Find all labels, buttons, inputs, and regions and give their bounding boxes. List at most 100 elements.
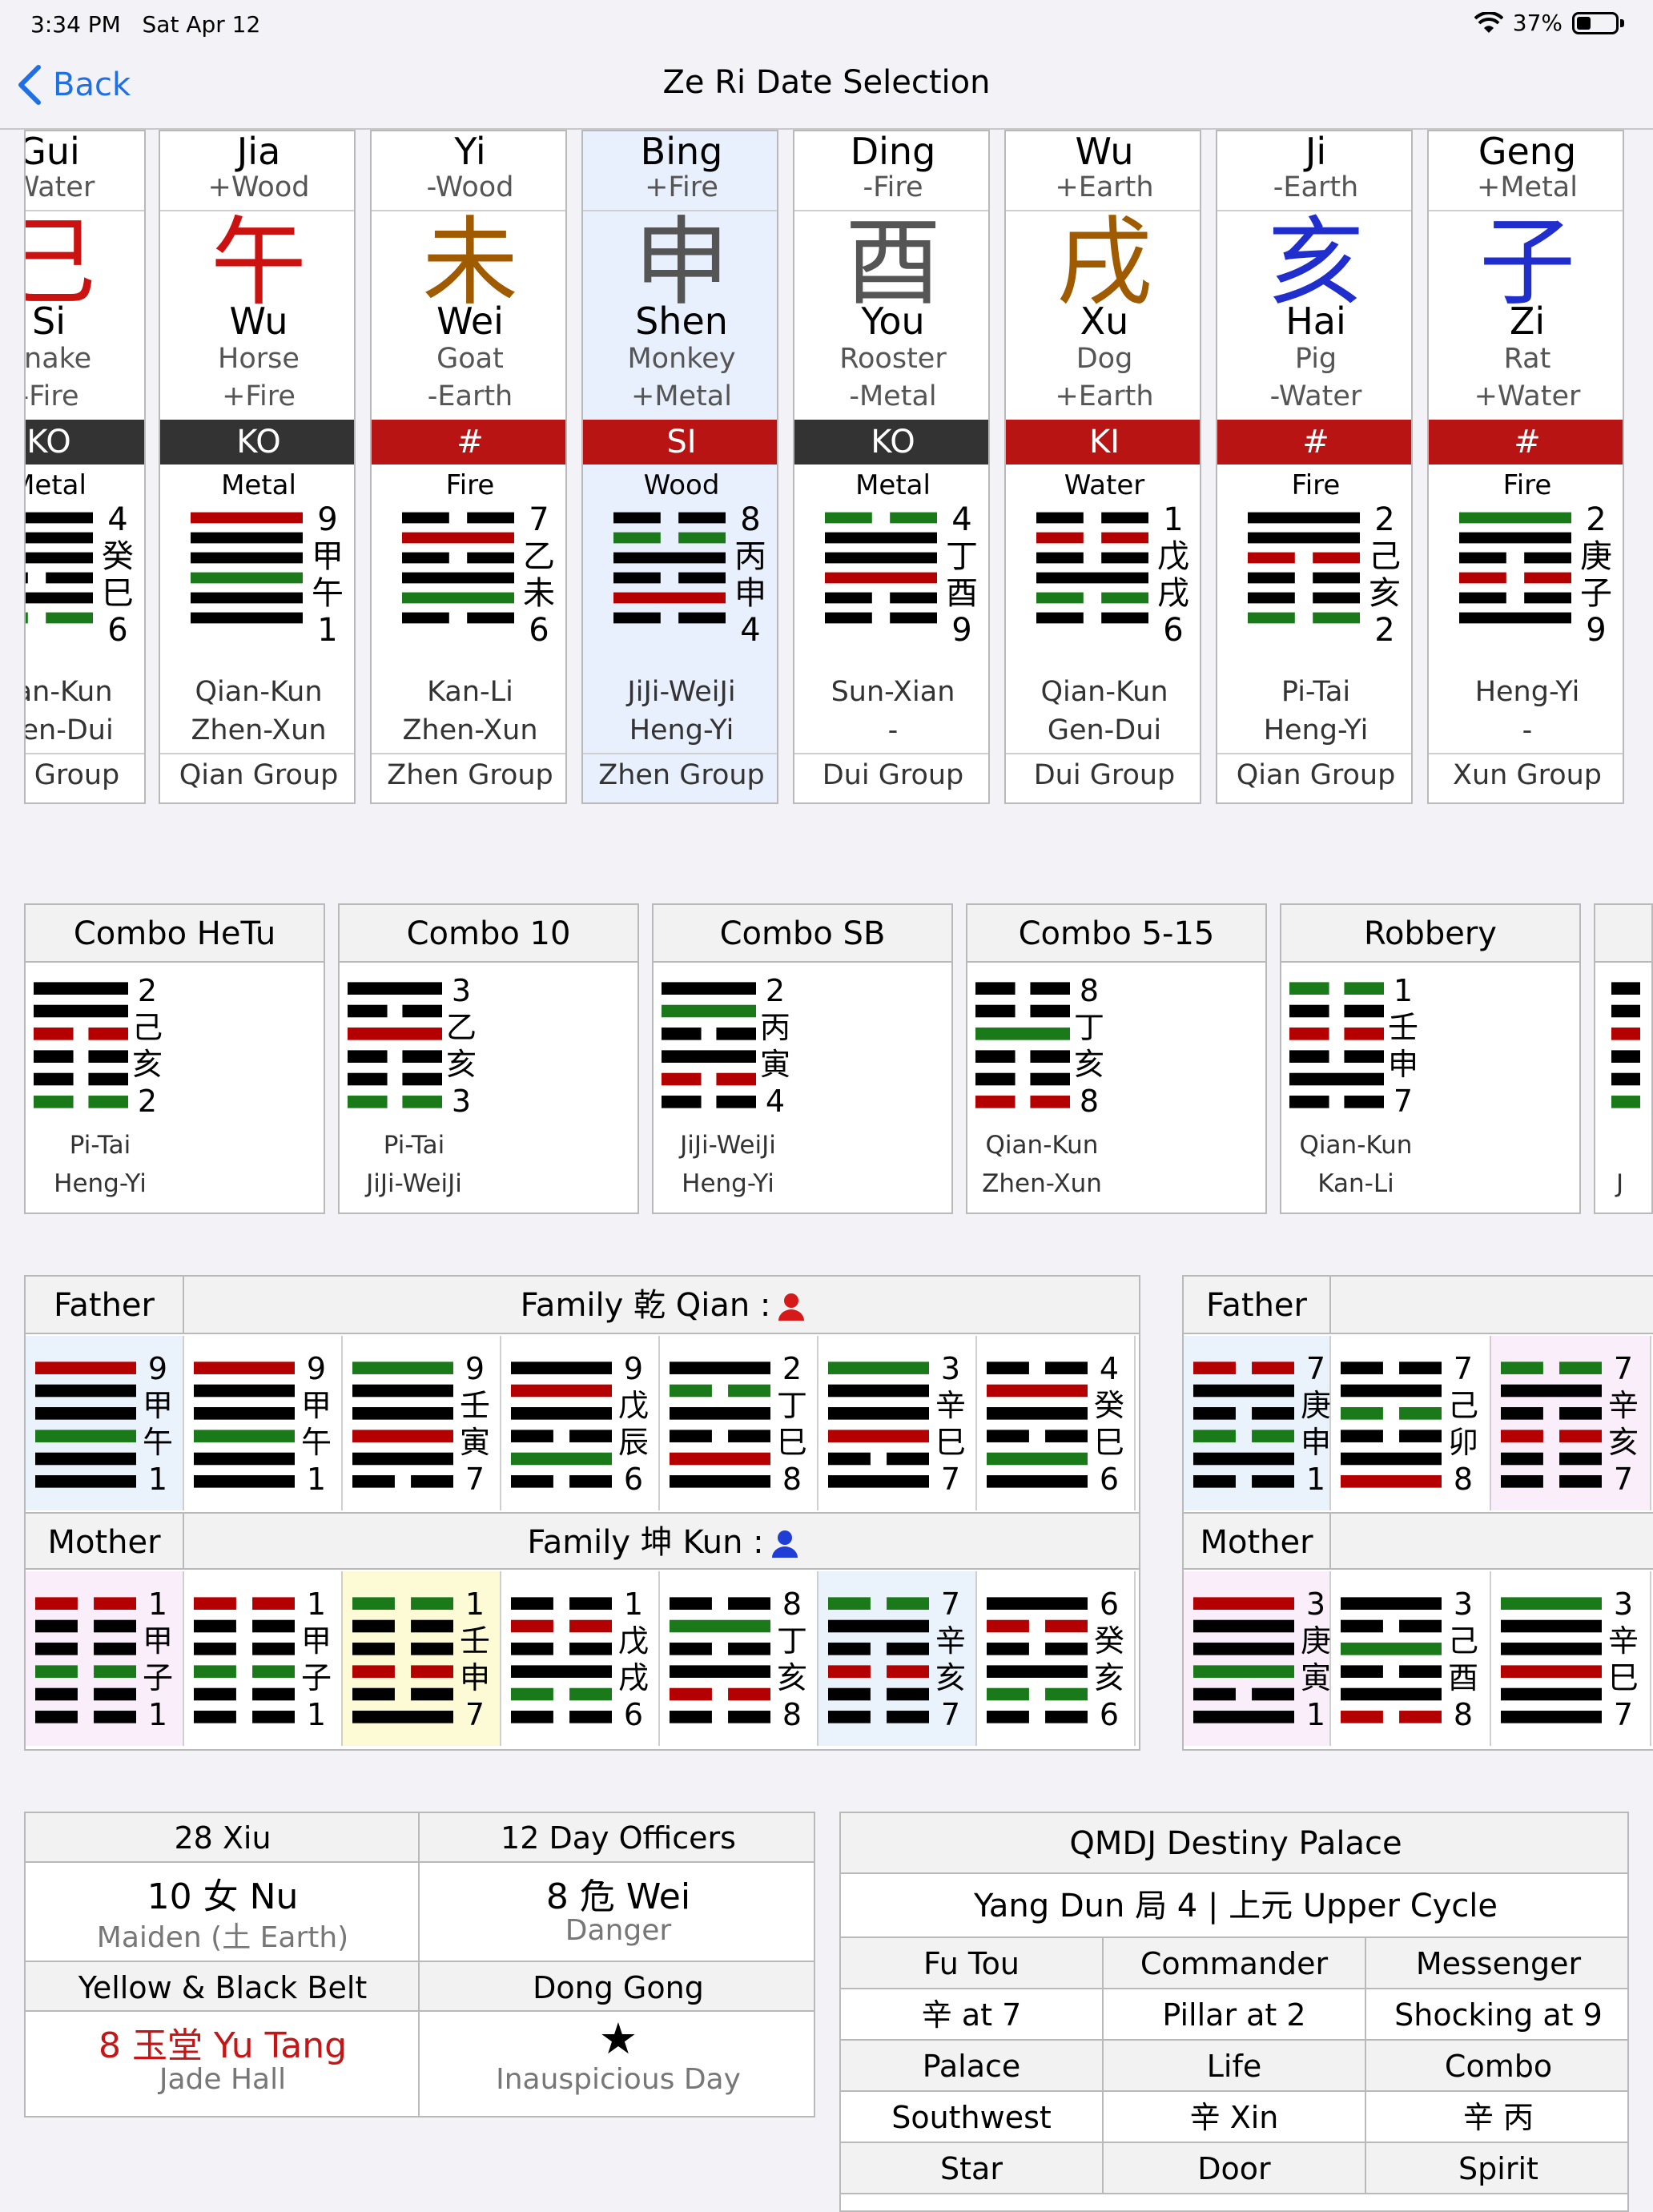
- yin-line: [1036, 552, 1084, 564]
- period-line-2: Heng-Yi: [1263, 714, 1369, 746]
- yang-line: [35, 1475, 136, 1488]
- xiu-table: 28 Xiu 12 Day Officers 10 女 Nu Maiden (土…: [24, 1812, 815, 2117]
- combo-card[interactable]: J: [1594, 903, 1653, 1214]
- family-cell[interactable]: 9壬寅7: [343, 1336, 501, 1510]
- family-cell[interactable]: 3辛巳7: [1491, 1571, 1651, 1746]
- day-column[interactable]: Geng +Metal 子 Zi Rat +Water # Fire 2 庚子 9 Heng-Yi - X…: [1427, 130, 1624, 804]
- hexagram-number: 2: [1374, 501, 1395, 538]
- person-icon-red: [778, 1293, 805, 1321]
- yin-line: [1313, 592, 1360, 604]
- yang-line: [511, 1384, 612, 1398]
- yin-line: [975, 982, 1016, 995]
- yin-line: [613, 512, 661, 524]
- divider: [583, 753, 777, 754]
- family-cell[interactable]: 3庚寅1: [1184, 1571, 1331, 1746]
- hexagram-lines: [511, 1361, 612, 1488]
- family-cell[interactable]: 7辛亥7: [1491, 1336, 1651, 1510]
- qmdj-header-cell: Combo: [1366, 2041, 1627, 2092]
- family-cell[interactable]: 7辛亥7: [818, 1571, 977, 1746]
- family-cell[interactable]: 9甲午1: [26, 1336, 184, 1510]
- day-column[interactable]: Ji -Earth 亥 Hai Pig -Water # Fire 2 己亥 2 Pi-Tai Heng…: [1216, 130, 1413, 804]
- family-hexagram: [511, 1357, 612, 1493]
- hexagram-number: 7: [529, 501, 549, 538]
- yang-line: [35, 1407, 136, 1420]
- family-cell[interactable]: 9戊辰6: [501, 1336, 660, 1510]
- yang-line: [613, 552, 726, 564]
- stem-element: -Fire: [863, 171, 923, 203]
- hexagram-lines: [613, 512, 726, 624]
- family-cell[interactable]: 4癸巳6: [977, 1336, 1136, 1510]
- hexagram-number: 子: [300, 1660, 332, 1695]
- yin-line: [1313, 612, 1360, 624]
- yang-line: [191, 532, 303, 544]
- combo-line-2: Kan-Li: [1317, 1169, 1394, 1198]
- yin-line: [402, 512, 449, 524]
- combo-card[interactable]: Combo 5-15 8 丁亥 8 Qian-Kun Zhen-Xun: [966, 903, 1267, 1214]
- yang-line: [1341, 1597, 1442, 1610]
- day-column[interactable]: Bing +Fire 申 Shen Monkey +Metal SI Wood 8 丙申 4 JiJi…: [581, 130, 778, 804]
- yin-line: [194, 1619, 236, 1633]
- family-cell[interactable]: 9甲午1: [184, 1336, 343, 1510]
- family-cell[interactable]: 3己酉8: [1331, 1571, 1491, 1746]
- combo-card[interactable]: Combo SB 2 丙寅 4 JiJi-WeiJi Heng-Yi: [652, 903, 953, 1214]
- yang-line: [975, 1028, 1070, 1040]
- combo-card[interactable]: Combo 10 3 乙亥 3 Pi-Tai JiJi-WeiJi: [338, 903, 639, 1214]
- yin-line: [716, 1096, 756, 1108]
- page-title: Ze Ri Date Selection: [662, 64, 991, 101]
- hexagram-number: 6: [529, 612, 549, 649]
- hexagram-number: 申: [1300, 1425, 1331, 1460]
- hexagram-number: 2: [782, 1351, 802, 1386]
- family-cell[interactable]: 1甲子1: [26, 1571, 184, 1746]
- family-cell[interactable]: 1壬申7: [343, 1571, 501, 1746]
- branch-animal: Horse: [218, 343, 300, 375]
- branch-animal: Goat: [436, 343, 504, 375]
- mother-header-2: Mother: [1184, 1512, 1331, 1570]
- yin-line: [728, 1384, 770, 1398]
- yang-line: [194, 1430, 295, 1442]
- family-kun-title: Family 坤 Kun :: [527, 1524, 764, 1561]
- yin-line: [1459, 592, 1506, 604]
- day-column[interactable]: Gui-Water 巳 SiSnake -Fire KO Metal 4癸巳6 Qian-Ku…: [24, 130, 146, 804]
- hexagram-number: 7: [1305, 1351, 1326, 1386]
- hexagram-number: 3: [1453, 1587, 1474, 1622]
- hexagram-number: 1: [306, 1587, 327, 1622]
- yin-line: [1559, 1452, 1602, 1466]
- hexagram-numbers: 9甲午1: [138, 1350, 178, 1498]
- family-cell[interactable]: 7庚申1: [1184, 1336, 1331, 1510]
- branch-name: Shen: [635, 300, 728, 343]
- hexagram-number: 戊: [1157, 538, 1189, 575]
- officer-sub: Danger: [565, 1914, 672, 1947]
- yin-line: [890, 512, 937, 524]
- family-cell[interactable]: 6癸亥6: [977, 1571, 1136, 1746]
- yin-line: [1524, 572, 1571, 584]
- family-cell[interactable]: 3辛巳7: [818, 1336, 977, 1510]
- combo-card[interactable]: Robbery 1 壬申 7 Qian-Kun Kan-Li: [1280, 903, 1581, 1214]
- yin-line: [716, 1028, 756, 1040]
- yin-line: [348, 1096, 388, 1108]
- family-cell[interactable]: 2丁巳8: [660, 1336, 818, 1510]
- day-column[interactable]: Ding -Fire 酉 You Rooster -Metal KO Metal 4 丁酉 9 Sun…: [793, 130, 990, 804]
- day-column[interactable]: Yi -Wood 未 Wei Goat -Earth # Fire 7 乙未 6 Kan-Li Zhen…: [370, 130, 567, 804]
- family-cell[interactable]: 8丁亥8: [660, 1571, 818, 1746]
- hexagram-number: 8: [1453, 1697, 1474, 1732]
- family-cell[interactable]: 7己卯8: [1331, 1336, 1491, 1510]
- hexagram-number: 丙: [759, 1010, 790, 1045]
- combo-card[interactable]: Combo HeTu 2 己亥 2 Pi-Tai Heng-Yi: [24, 903, 325, 1214]
- hexagram-number: 7: [940, 1587, 961, 1622]
- group-label: Dui Group: [1033, 759, 1176, 791]
- day-column[interactable]: Jia +Wood 午 Wu Horse +Fire KO Metal 9 甲午 1 Qian-Kun…: [159, 130, 356, 804]
- yin-line: [828, 1687, 871, 1701]
- yin-line: [411, 1643, 453, 1655]
- hexagram-element: Fire: [445, 469, 495, 501]
- day-column[interactable]: Wu +Earth 戌 Xu Dog +Earth KI Water 1 戊戌 6 Qian-Kun G…: [1004, 130, 1201, 804]
- hexagram: [1036, 508, 1148, 628]
- yin-line: [1501, 1452, 1543, 1466]
- yin-line: [1248, 612, 1295, 624]
- hexagram-number: 己: [1369, 538, 1401, 575]
- hexagram-number: 9: [623, 1351, 644, 1386]
- family-cell[interactable]: 1戊戌6: [501, 1571, 660, 1746]
- family-cell[interactable]: 1甲子1: [184, 1571, 343, 1746]
- hexagram-number: 巳: [1607, 1660, 1639, 1695]
- yang-line: [191, 552, 303, 564]
- family-hexagram: [987, 1357, 1088, 1493]
